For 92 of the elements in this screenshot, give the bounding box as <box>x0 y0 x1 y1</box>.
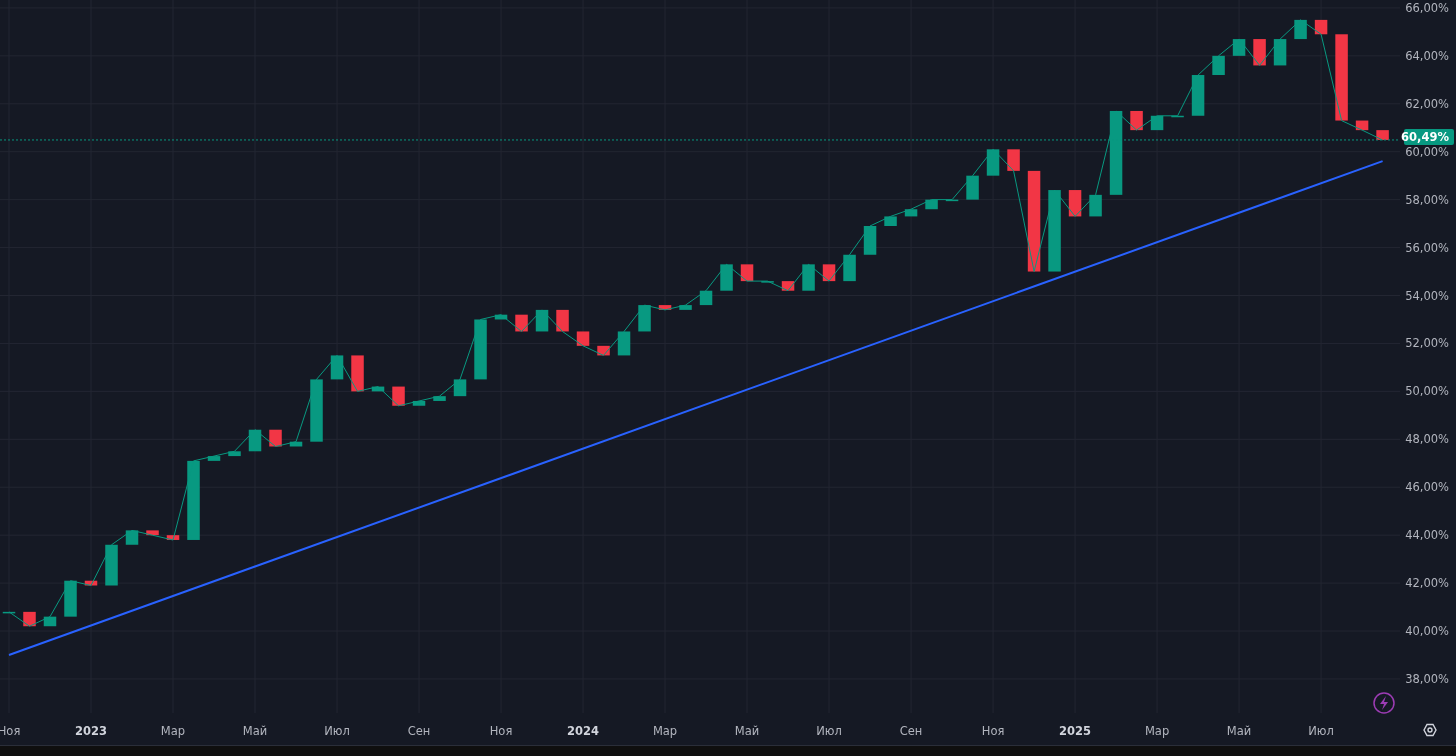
candle <box>966 175 979 200</box>
candle <box>863 226 877 255</box>
price-axis-label: 48,00% <box>1405 432 1449 447</box>
candle <box>453 379 467 397</box>
candle <box>351 355 364 392</box>
trend-line[interactable] <box>8 160 1384 656</box>
candle <box>720 264 733 291</box>
candle <box>166 535 180 540</box>
price-axis-label: 44,00% <box>1405 528 1449 543</box>
candle <box>1314 19 1328 35</box>
candle <box>515 314 528 332</box>
candle <box>228 451 241 457</box>
time-axis-label: 2023 <box>75 724 107 738</box>
candle <box>884 216 897 226</box>
candle <box>617 331 631 356</box>
time-axis-label: Сен <box>899 724 923 738</box>
candle <box>945 199 959 202</box>
time-axis-label: Ноя <box>981 724 1005 738</box>
candle <box>310 379 323 442</box>
candle <box>1089 194 1102 217</box>
candle <box>125 530 139 545</box>
price-axis-label: 64,00% <box>1405 48 1449 63</box>
time-axis-label: Июл <box>1308 724 1334 738</box>
price-axis-label: 60,00% <box>1405 144 1449 159</box>
candle <box>289 441 303 447</box>
candle <box>371 386 385 392</box>
time-axis-label: Мар <box>652 724 678 738</box>
candle <box>925 199 938 210</box>
candle <box>679 305 692 310</box>
candle <box>658 305 672 310</box>
candle <box>392 386 405 406</box>
candle <box>1355 120 1369 131</box>
ref-line-label: 60,49% <box>1401 129 1450 144</box>
candle <box>638 305 651 332</box>
lightning-icon[interactable] <box>1373 692 1395 714</box>
candle <box>1068 190 1082 217</box>
candle <box>535 309 549 332</box>
price-axis-label: 62,00% <box>1405 96 1449 111</box>
candle <box>802 264 815 291</box>
candle <box>1007 149 1020 171</box>
candle <box>576 331 590 346</box>
settings-icon[interactable] <box>1423 723 1437 737</box>
price-axis-label: 56,00% <box>1405 240 1449 255</box>
candle <box>597 345 610 356</box>
candle <box>146 530 159 536</box>
time-axis-label: Июл <box>324 724 350 738</box>
candle <box>1130 110 1143 131</box>
candle <box>269 429 282 447</box>
candle <box>1294 19 1307 40</box>
candle <box>1376 130 1389 140</box>
time-axis-label: 2024 <box>567 724 600 738</box>
candle <box>84 580 98 586</box>
time-axis-label: Июл <box>816 724 842 738</box>
price-axis-label: 58,00% <box>1405 192 1449 207</box>
candle <box>699 290 713 306</box>
price-axis-label: 52,00% <box>1405 336 1449 351</box>
candle <box>781 281 795 291</box>
time-axis-label: Май <box>734 724 760 738</box>
price-badge: 60,49% <box>1401 128 1454 145</box>
candle <box>433 396 446 401</box>
time-axis-label: Мар <box>160 724 186 738</box>
price-axis-label: 50,00% <box>1405 384 1449 399</box>
candle <box>986 149 1000 176</box>
candle <box>904 209 918 217</box>
time-axis-label: Ноя <box>489 724 513 738</box>
candle <box>330 355 344 380</box>
candle <box>105 544 118 586</box>
candle <box>43 616 57 627</box>
time-axis-label: 2025 <box>1059 724 1092 738</box>
candle <box>1273 39 1287 66</box>
candle <box>843 254 856 282</box>
candle <box>1171 115 1184 118</box>
price-axis-label: 46,00% <box>1405 480 1449 495</box>
candle <box>1191 75 1205 116</box>
price-axis-label: 40,00% <box>1405 624 1449 639</box>
time-axis-label: Мар <box>1144 724 1170 738</box>
candle <box>474 319 487 380</box>
candle <box>207 456 221 461</box>
price-axis-label: 54,00% <box>1405 288 1449 303</box>
candle <box>412 400 426 406</box>
time-axis-label: Май <box>1226 724 1252 738</box>
candle <box>2 611 16 614</box>
price-axis-label: 66,00% <box>1405 0 1449 15</box>
price-axis-label: 42,00% <box>1405 576 1449 591</box>
candle <box>248 429 262 452</box>
time-axis-label: Май <box>242 724 268 738</box>
candle <box>1253 39 1266 66</box>
candle <box>494 314 508 320</box>
candle <box>556 309 569 332</box>
time-axis-label: Сен <box>407 724 431 738</box>
candle <box>64 580 77 617</box>
price-axis-label: 38,00% <box>1405 671 1449 686</box>
